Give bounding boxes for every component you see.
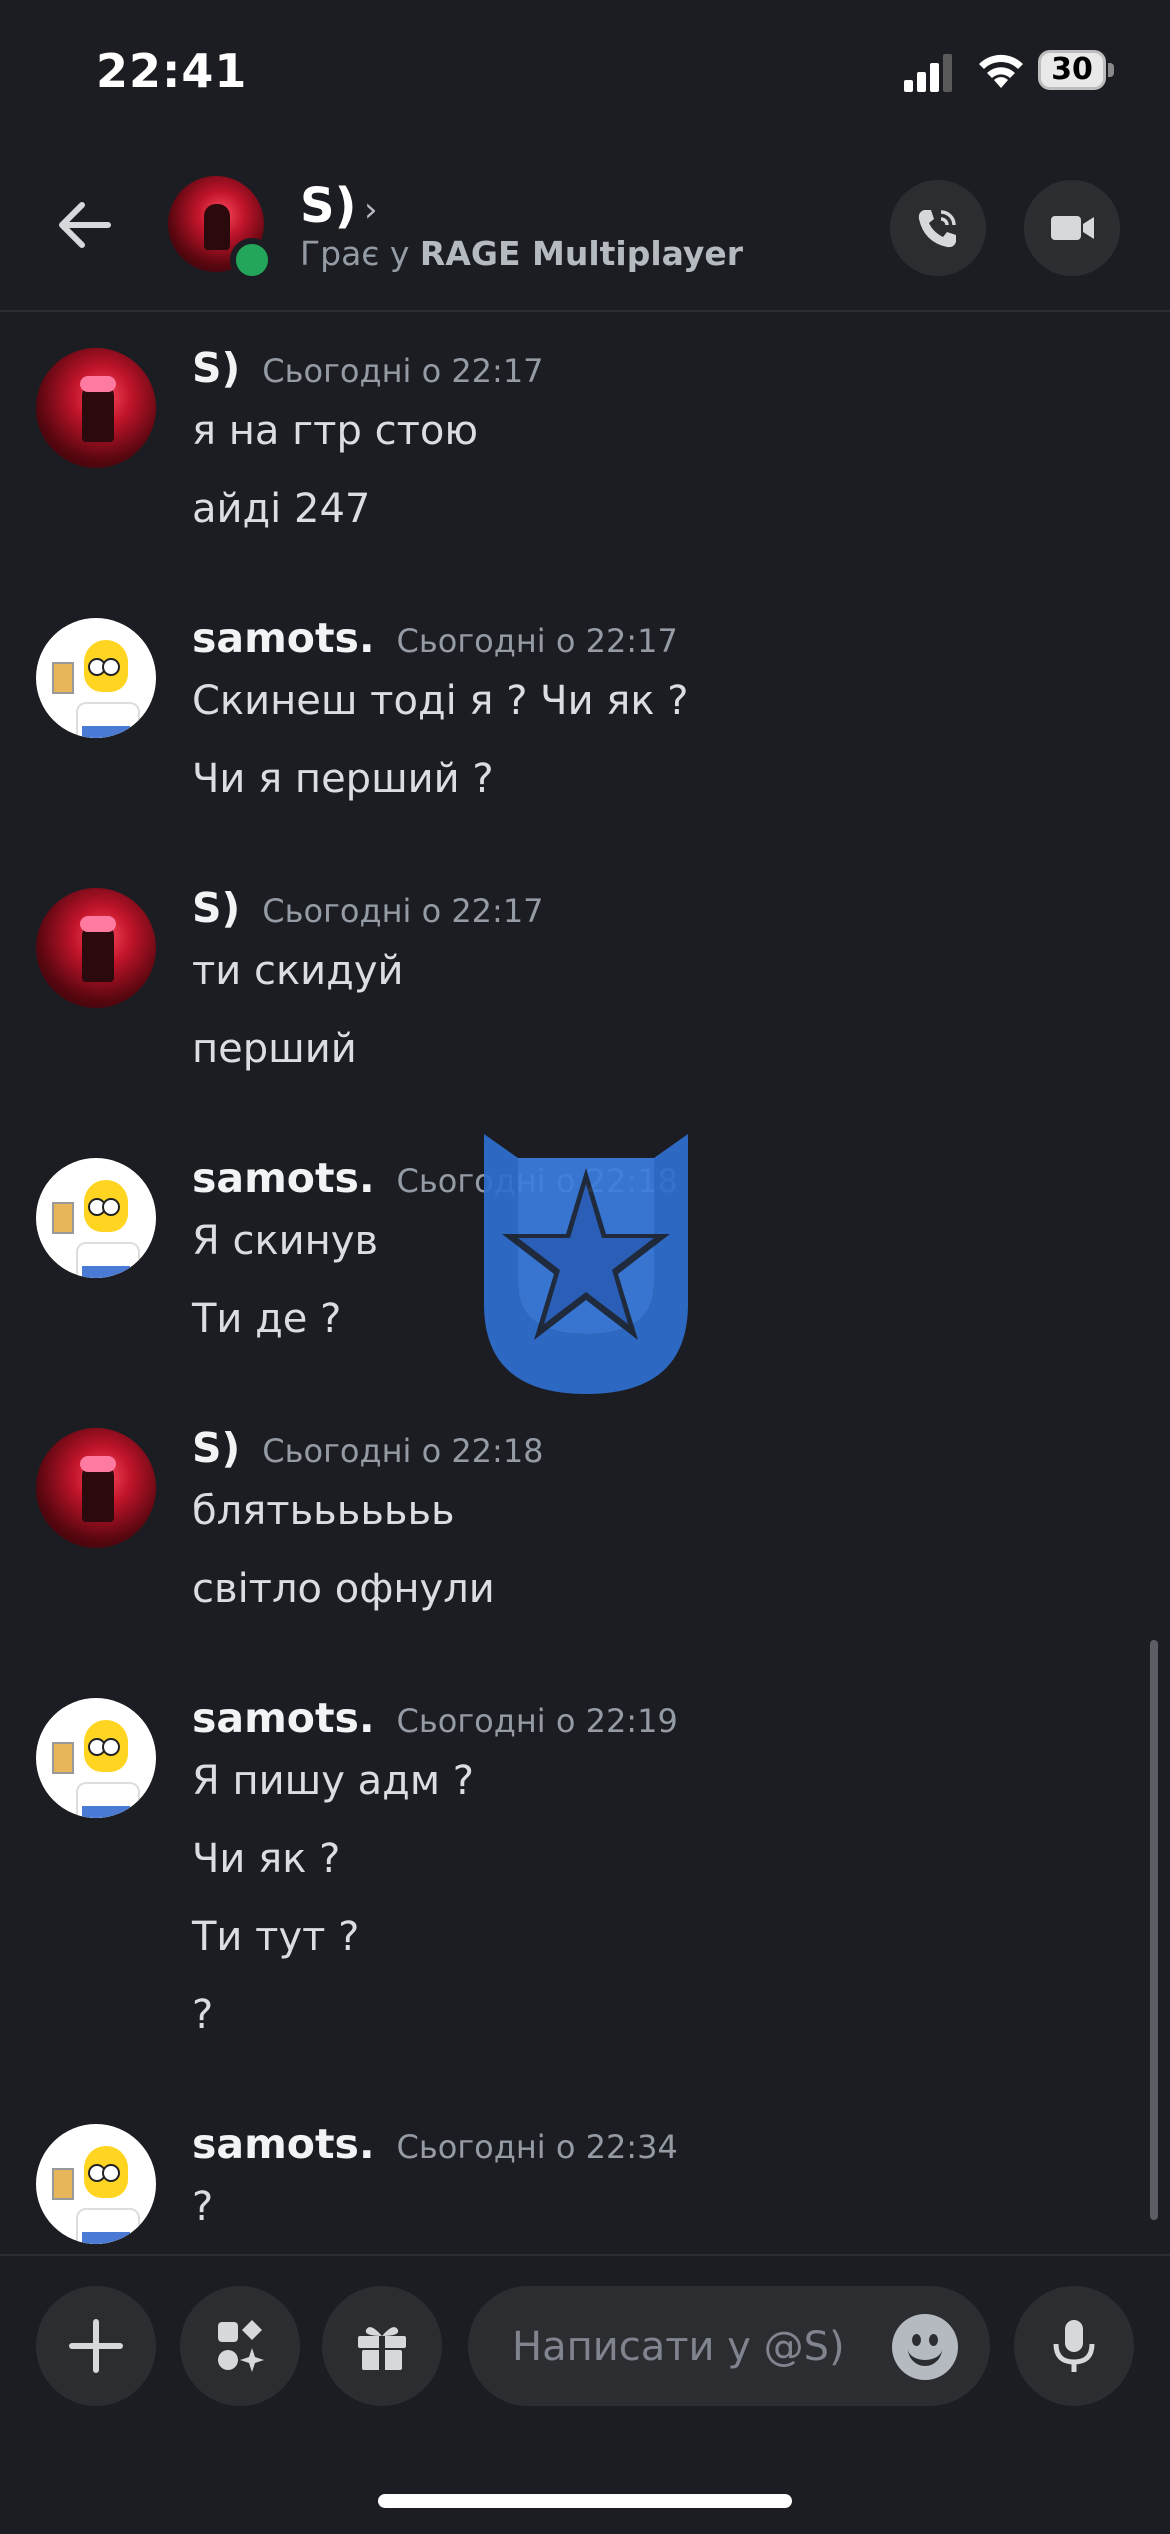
message-text[interactable]: блятььььььь [192, 1488, 455, 1534]
message-composer [0, 2254, 1170, 2534]
red-avatar[interactable] [36, 348, 156, 468]
message-author[interactable]: samots. [192, 1154, 375, 1202]
battery-indicator: 30 [1038, 50, 1116, 94]
apps-icon [218, 2320, 264, 2372]
message-author[interactable]: samots. [192, 614, 375, 662]
message-timestamp: Сьогодні о 22:34 [396, 2128, 678, 2166]
battery-level: 30 [1051, 52, 1093, 87]
message-author[interactable]: S) [192, 344, 240, 392]
message-text[interactable]: я на гтр стою [192, 408, 478, 454]
scrollbar[interactable] [1150, 1640, 1158, 2220]
emoji-icon[interactable] [892, 2314, 958, 2380]
online-status-dot [230, 238, 274, 282]
microphone-icon [1053, 2320, 1095, 2372]
status-time: 22:41 [96, 44, 248, 98]
red-avatar[interactable] [36, 888, 156, 1008]
message-text[interactable]: Я скинув [192, 1218, 378, 1264]
message-timestamp: Сьогодні о 22:17 [262, 892, 544, 930]
status-bar: 22:41 30 [0, 0, 1170, 150]
homer-avatar[interactable] [36, 618, 156, 738]
message-timestamp: Сьогодні о 22:18 [262, 1432, 544, 1470]
homer-avatar[interactable] [36, 1698, 156, 1818]
message-timestamp: Сьогодні о 22:19 [396, 1702, 678, 1740]
message-text[interactable]: Чи як ? [192, 1836, 340, 1882]
homer-avatar[interactable] [36, 1158, 156, 1278]
gift-button[interactable] [322, 2286, 442, 2406]
message-text[interactable]: ? [192, 2184, 213, 2230]
message-text[interactable]: Ти де ? [192, 1296, 341, 1342]
plus-button[interactable] [36, 2286, 156, 2406]
header-username[interactable]: S) [300, 178, 357, 234]
chevron-right-icon[interactable]: › [364, 190, 378, 230]
message-text[interactable]: перший [192, 1026, 357, 1072]
phone-call-icon [918, 210, 956, 248]
voice-call-button[interactable] [890, 180, 986, 276]
message-author[interactable]: S) [192, 1424, 240, 1472]
red-avatar[interactable] [36, 1428, 156, 1548]
message-author[interactable]: S) [192, 884, 240, 932]
video-camera-icon [1051, 216, 1094, 240]
overlay-logo-icon [484, 1134, 688, 1394]
message-text[interactable]: світло офнули [192, 1566, 495, 1612]
microphone-button[interactable] [1014, 2286, 1134, 2406]
message-timestamp: Сьогодні о 22:17 [262, 352, 544, 390]
message-text[interactable]: Ти тут ? [192, 1914, 359, 1960]
message-input-box[interactable] [468, 2286, 990, 2406]
video-call-button[interactable] [1024, 180, 1120, 276]
chat-header: S) › Грає у RAGE Multiplayer [0, 150, 1170, 312]
plus-icon [69, 2319, 123, 2373]
message-text[interactable]: Чи я перший ? [192, 756, 494, 802]
home-indicator[interactable] [378, 2494, 792, 2508]
message-text[interactable]: Я пишу адм ? [192, 1758, 474, 1804]
gift-icon [358, 2327, 406, 2370]
header-activity: Грає у RAGE Multiplayer [300, 234, 744, 273]
wifi-icon [979, 54, 1023, 88]
message-timestamp: Сьогодні о 22:17 [396, 622, 678, 660]
message-author[interactable]: samots. [192, 2120, 375, 2168]
arrow-left-icon[interactable] [50, 190, 120, 260]
message-text[interactable]: Скинеш тоді я ? Чи як ? [192, 678, 688, 724]
message-text[interactable]: айді 247 [192, 486, 370, 532]
activity-game: RAGE Multiplayer [419, 234, 744, 273]
apps-button[interactable] [180, 2286, 300, 2406]
message-input[interactable] [510, 2314, 874, 2380]
message-text[interactable]: ти скидуй [192, 948, 403, 994]
homer-avatar[interactable] [36, 2124, 156, 2244]
message-author[interactable]: samots. [192, 1694, 375, 1742]
message-text[interactable]: ? [192, 1992, 213, 2038]
cellular-signal-icon [904, 54, 952, 92]
